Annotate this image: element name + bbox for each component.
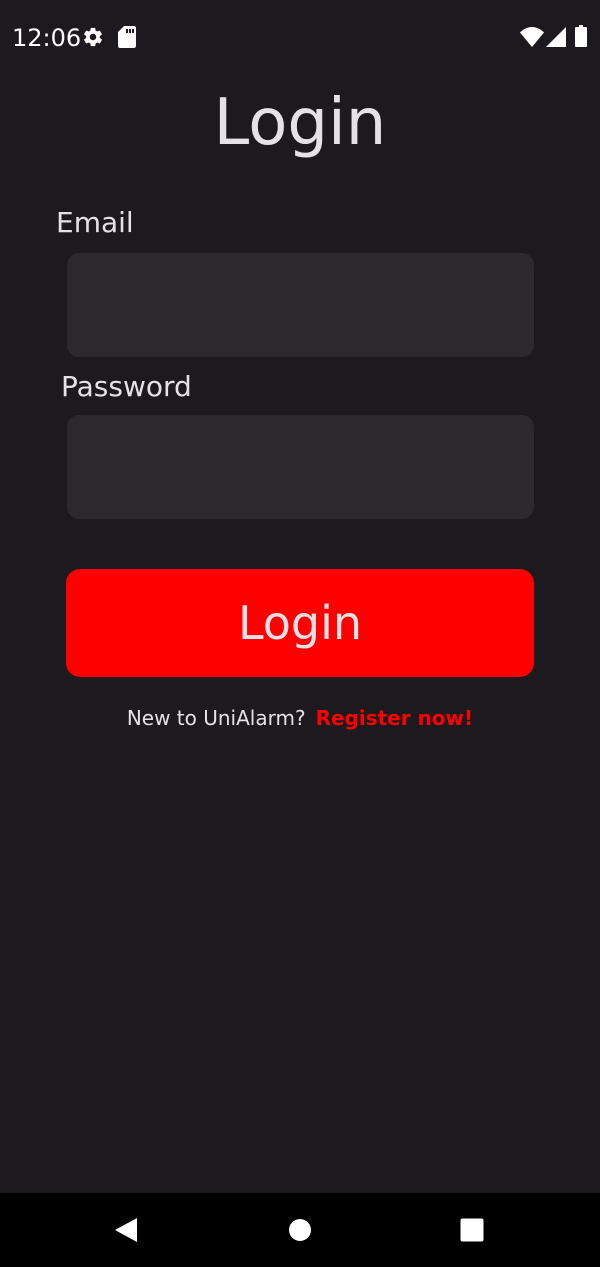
email-label: Email bbox=[56, 206, 134, 239]
home-button[interactable] bbox=[260, 1193, 340, 1267]
recents-icon bbox=[460, 1218, 484, 1242]
login-screen: 12:06 Login Email Password Login New to … bbox=[0, 0, 600, 1267]
register-link[interactable]: Register now! bbox=[316, 706, 474, 730]
password-label: Password bbox=[61, 370, 192, 403]
back-icon bbox=[115, 1218, 137, 1242]
cellular-signal-icon bbox=[546, 27, 566, 47]
recents-button[interactable] bbox=[432, 1193, 512, 1267]
back-button[interactable] bbox=[86, 1193, 166, 1267]
password-field[interactable] bbox=[67, 415, 534, 519]
navigation-bar bbox=[0, 1193, 600, 1267]
status-time: 12:06 bbox=[12, 24, 82, 52]
register-prompt: New to UniAlarm? bbox=[126, 706, 306, 730]
login-button[interactable]: Login bbox=[66, 569, 534, 677]
page-title: Login bbox=[213, 86, 387, 160]
email-field[interactable] bbox=[67, 253, 534, 357]
wifi-icon bbox=[520, 27, 544, 47]
gear-icon bbox=[84, 27, 102, 47]
home-icon bbox=[289, 1219, 311, 1241]
battery-icon bbox=[575, 25, 587, 47]
status-bar: 12:06 bbox=[0, 0, 600, 76]
sd-card-icon bbox=[118, 26, 136, 48]
register-row: New to UniAlarm? Register now! bbox=[0, 706, 600, 730]
